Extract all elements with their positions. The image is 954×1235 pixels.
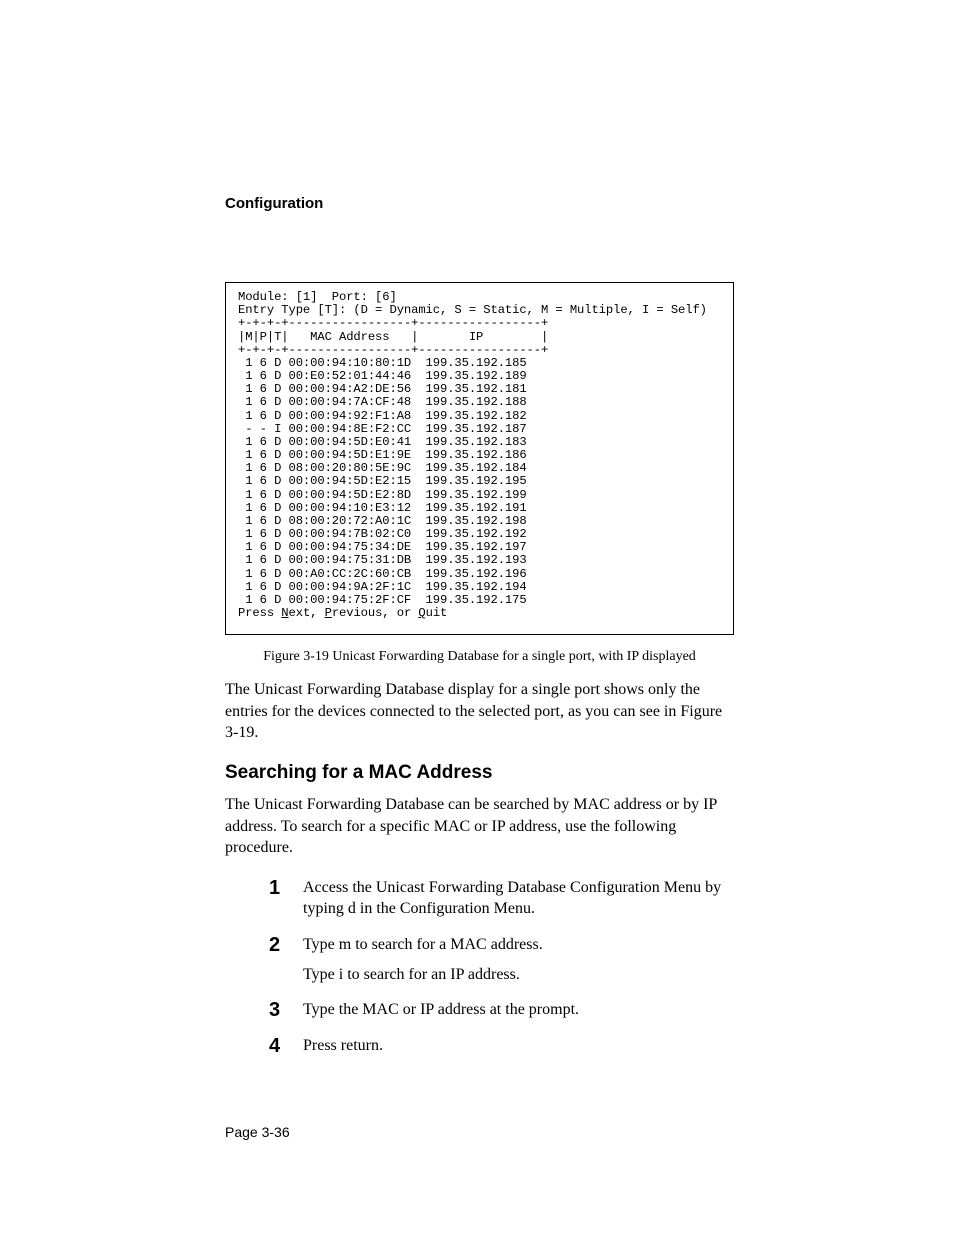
terminal-output: Module: [1] Port: [6] Entry Type [T]: (D… bbox=[225, 282, 734, 635]
paragraph-intro: The Unicast Forwarding Database can be s… bbox=[225, 794, 734, 859]
step: 2Type m to search for a MAC address.Type… bbox=[269, 934, 734, 993]
step-text: Access the Unicast Forwarding Database C… bbox=[303, 877, 734, 920]
step-text: Press return. bbox=[303, 1035, 383, 1057]
step-number: 1 bbox=[269, 877, 303, 900]
step-body: Type the MAC or IP address at the prompt… bbox=[303, 999, 579, 1029]
procedure-steps: 1Access the Unicast Forwarding Database … bbox=[269, 877, 734, 1065]
step: 3Type the MAC or IP address at the promp… bbox=[269, 999, 734, 1029]
step-number: 2 bbox=[269, 934, 303, 957]
step-text: Type the MAC or IP address at the prompt… bbox=[303, 999, 579, 1021]
step-body: Press return. bbox=[303, 1035, 383, 1065]
step-body: Type m to search for a MAC address. Type … bbox=[303, 934, 543, 993]
step-text: Type m to search for a MAC address. bbox=[303, 934, 543, 956]
terminal-prompt: Press Next, Previous, or Quit bbox=[238, 606, 447, 620]
section-header: Configuration bbox=[225, 195, 734, 212]
step-number: 3 bbox=[269, 999, 303, 1022]
subheading: Searching for a MAC Address bbox=[225, 762, 734, 784]
step-number: 4 bbox=[269, 1035, 303, 1058]
paragraph-description: The Unicast Forwarding Database display … bbox=[225, 679, 734, 744]
step-text: Type i to search for an IP address. bbox=[303, 964, 543, 986]
step-body: Access the Unicast Forwarding Database C… bbox=[303, 877, 734, 928]
step: 1Access the Unicast Forwarding Database … bbox=[269, 877, 734, 928]
page: Configuration Module: [1] Port: [6] Entr… bbox=[0, 0, 954, 1235]
figure-caption: Figure 3-19 Unicast Forwarding Database … bbox=[225, 649, 734, 665]
page-number: Page 3-36 bbox=[225, 1124, 290, 1140]
step: 4Press return. bbox=[269, 1035, 734, 1065]
